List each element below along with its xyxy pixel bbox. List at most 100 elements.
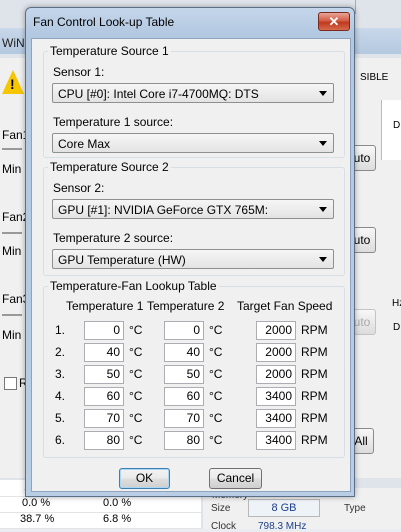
chevron-down-icon <box>319 257 327 262</box>
fan-speed-unit: RPM <box>301 367 328 381</box>
lookup-row: 6. 80 °C 80 °C 3400 RPM <box>44 431 344 451</box>
row-number: 2. <box>55 345 66 359</box>
temperature-2-unit: °C <box>209 367 223 381</box>
background-right-text-1: D <box>393 120 401 131</box>
temperature-2-input[interactable]: 70 <box>164 409 204 428</box>
temperature-2-unit: °C <box>209 411 223 425</box>
background-right-title: SIBLE <box>360 72 389 83</box>
temperature-source-1-group: Temperature Source 1 Sensor 1: CPU [#0]:… <box>43 44 345 158</box>
temperature-2-source-label: Temperature 2 source: <box>53 231 174 245</box>
chevron-down-icon <box>319 207 327 212</box>
table-cell: 38.7 % <box>20 513 55 525</box>
fan-speed-input[interactable]: 3400 <box>256 409 296 428</box>
table-cell: 6.8 % <box>103 513 132 525</box>
fan2-slider[interactable] <box>2 232 22 234</box>
memory-clock-label: Clock <box>211 521 237 532</box>
background-right-text-3: D <box>393 322 401 333</box>
fan-speed-unit: RPM <box>301 389 328 403</box>
sensor-1-dropdown[interactable]: CPU [#0]: Intel Core i7-4700MQ: DTS <box>52 83 334 103</box>
fan-speed-input[interactable]: 3400 <box>256 387 296 406</box>
lookup-table-group: Temperature-Fan Lookup Table Temperature… <box>43 279 345 458</box>
fan-speed-unit: RPM <box>301 345 328 359</box>
sensor-1-label: Sensor 1: <box>53 65 105 79</box>
background-tab <box>355 0 401 14</box>
temperature-2-unit: °C <box>209 433 223 447</box>
memory-size-value: 8 GB <box>248 499 320 517</box>
temperature-1-input[interactable]: 50 <box>84 365 124 384</box>
group-title: Temperature Source 2 <box>48 160 171 174</box>
row-number: 6. <box>55 433 66 447</box>
temperature-1-source-value: Core Max <box>58 137 111 151</box>
column-header-fan-speed: Target Fan Speed <box>237 299 333 313</box>
row-number: 3. <box>55 367 66 381</box>
fan-speed-input[interactable]: 2000 <box>256 365 296 384</box>
temperature-1-input[interactable]: 70 <box>84 409 124 428</box>
fan-speed-input[interactable]: 2000 <box>256 321 296 340</box>
temperature-1-input[interactable]: 0 <box>84 321 124 340</box>
temperature-1-input[interactable]: 60 <box>84 387 124 406</box>
background-right-text-2: Hz <box>392 298 401 309</box>
group-title: Temperature-Fan Lookup Table <box>48 279 219 293</box>
temperature-2-input[interactable]: 60 <box>164 387 204 406</box>
sensor-2-dropdown[interactable]: GPU [#1]: NVIDIA GeForce GTX 765M: <box>52 199 334 219</box>
temperature-2-source-dropdown[interactable]: GPU Temperature (HW) <box>52 249 334 269</box>
temperature-1-input[interactable]: 40 <box>84 343 124 362</box>
fan2-min-label: Min <box>2 244 22 258</box>
column-header-temperature-1: Temperature 1 <box>66 299 144 313</box>
temperature-2-unit: °C <box>209 345 223 359</box>
temperature-2-input[interactable]: 50 <box>164 365 204 384</box>
lookup-row: 3. 50 °C 50 °C 2000 RPM <box>44 365 344 385</box>
temperature-source-2-group: Temperature Source 2 Sensor 2: GPU [#1]:… <box>43 160 345 276</box>
temperature-2-input[interactable]: 0 <box>164 321 204 340</box>
temperature-1-unit: °C <box>129 323 143 337</box>
chevron-down-icon <box>319 141 327 146</box>
fan-speed-input[interactable]: 2000 <box>256 343 296 362</box>
temperature-1-unit: °C <box>129 367 143 381</box>
dialog-client-area: Temperature Source 1 Sensor 1: CPU [#0]:… <box>31 38 351 492</box>
memory-size-label: Size <box>211 503 231 514</box>
fan1-min-label: Min <box>2 162 22 176</box>
close-button[interactable]: ✕ <box>318 12 350 31</box>
column-header-temperature-2: Temperature 2 <box>147 299 225 313</box>
ok-button[interactable]: OK <box>119 468 170 489</box>
temperature-1-unit: °C <box>129 433 143 447</box>
fan-control-dialog: Fan Control Look-up Table ✕ Temperature … <box>25 7 355 497</box>
fan3-slider[interactable] <box>2 314 22 316</box>
lookup-row: 2. 40 °C 40 °C 2000 RPM <box>44 343 344 363</box>
temperature-1-input[interactable]: 80 <box>84 431 124 450</box>
table-row: 0.0 % 0.0 % <box>0 496 201 513</box>
fan-speed-unit: RPM <box>301 323 328 337</box>
table-cell: 0.0 % <box>103 497 132 509</box>
temperature-2-unit: °C <box>209 389 223 403</box>
cancel-button[interactable]: Cancel <box>209 468 262 489</box>
lookup-row: 5. 70 °C 70 °C 3400 RPM <box>44 409 344 429</box>
background-checkbox[interactable] <box>4 377 17 390</box>
table-cell: 0.0 % <box>22 497 51 509</box>
fan3-min-label: Min <box>2 328 22 342</box>
sensor-2-label: Sensor 2: <box>53 181 105 195</box>
fan-speed-unit: RPM <box>301 411 328 425</box>
sensor-2-value: GPU [#1]: NVIDIA GeForce GTX 765M: <box>58 203 269 217</box>
dialog-title: Fan Control Look-up Table <box>33 15 175 29</box>
fan-speed-input[interactable]: 3400 <box>256 431 296 450</box>
group-title: Temperature Source 1 <box>48 44 171 58</box>
warning-icon-mark: ! <box>10 76 15 92</box>
temperature-1-source-dropdown[interactable]: Core Max <box>52 133 334 153</box>
lookup-row: 4. 60 °C 60 °C 3400 RPM <box>44 387 344 407</box>
temperature-2-input[interactable]: 80 <box>164 431 204 450</box>
lookup-row: 1. 0 °C 0 °C 2000 RPM <box>44 321 344 341</box>
chevron-down-icon <box>319 91 327 96</box>
memory-clock-value: 798.3 MHz <box>258 521 307 532</box>
temperature-2-source-value: GPU Temperature (HW) <box>58 253 186 267</box>
table-row: 38.7 % 6.8 % <box>0 512 201 529</box>
fan1-slider[interactable] <box>2 148 22 150</box>
row-number: 5. <box>55 411 66 425</box>
row-number: 1. <box>55 323 66 337</box>
sensor-1-value: CPU [#0]: Intel Core i7-4700MQ: DTS <box>58 87 259 101</box>
temperature-1-unit: °C <box>129 389 143 403</box>
temperature-2-unit: °C <box>209 323 223 337</box>
temperature-1-source-label: Temperature 1 source: <box>53 115 174 129</box>
temperature-2-input[interactable]: 40 <box>164 343 204 362</box>
memory-type-label: Type <box>344 503 366 514</box>
temperature-1-unit: °C <box>129 345 143 359</box>
